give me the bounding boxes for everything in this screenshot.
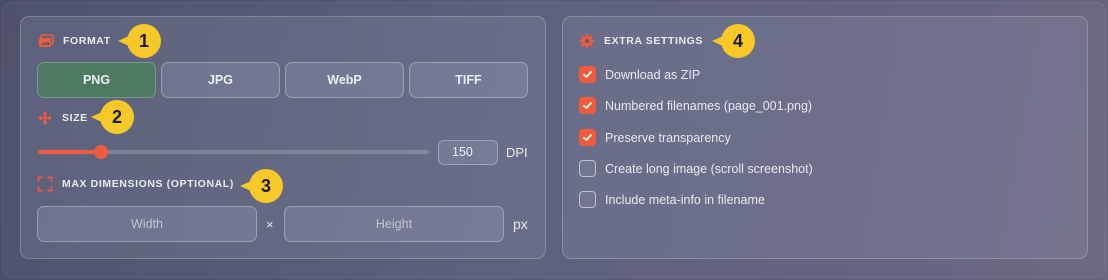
option-meta-info-filename[interactable]: Include meta-info in filename — [579, 191, 765, 208]
images-icon — [38, 33, 54, 49]
dpi-slider-fill — [38, 150, 101, 154]
option-download-zip[interactable]: Download as ZIP — [579, 66, 700, 83]
expand-corners-icon — [37, 176, 53, 192]
size-title: SIZE — [62, 112, 88, 124]
extra-settings-title: EXTRA SETTINGS — [604, 35, 704, 47]
callout-badge-3: 3 — [240, 169, 283, 203]
gear-icon — [579, 33, 595, 49]
callout-badge-1: 1 — [118, 24, 161, 58]
max-width-input[interactable]: Width — [37, 206, 257, 242]
checkbox-unchecked[interactable] — [579, 191, 596, 208]
format-jpg-button[interactable]: JPG — [161, 62, 280, 98]
dimension-separator: × — [266, 217, 274, 232]
px-unit-label: px — [513, 216, 528, 232]
extra-settings-section-title: EXTRA SETTINGS — [579, 33, 703, 49]
callout-badge-4: 4 — [712, 24, 755, 58]
option-numbered-filenames[interactable]: Numbered filenames (page_001.png) — [579, 97, 812, 114]
max-dimensions-title: MAX DIMENSIONS (OPTIONAL) — [62, 178, 234, 190]
max-height-input[interactable]: Height — [284, 206, 504, 242]
checkbox-checked-icon[interactable] — [579, 97, 596, 114]
dpi-unit-label: DPI — [506, 145, 528, 160]
checkbox-checked-icon[interactable] — [579, 66, 596, 83]
dpi-slider-thumb[interactable] — [93, 145, 108, 159]
callout-badge-2: 2 — [91, 100, 134, 134]
option-preserve-transparency[interactable]: Preserve transparency — [579, 129, 731, 146]
max-dimensions-section-title: MAX DIMENSIONS (OPTIONAL) — [37, 176, 234, 192]
format-webp-button[interactable]: WebP — [285, 62, 404, 98]
dpi-input[interactable]: 150 — [438, 140, 498, 165]
size-section-title: SIZE — [37, 110, 88, 126]
checkbox-checked-icon[interactable] — [579, 129, 596, 146]
option-label: Preserve transparency — [605, 130, 731, 145]
option-label: Include meta-info in filename — [605, 192, 765, 207]
option-label: Create long image (scroll screenshot) — [605, 161, 813, 176]
move-arrows-icon — [37, 110, 53, 126]
option-long-image[interactable]: Create long image (scroll screenshot) — [579, 160, 813, 177]
option-label: Numbered filenames (page_001.png) — [605, 98, 813, 113]
format-section-title: FORMAT — [38, 33, 111, 49]
format-title: FORMAT — [63, 35, 111, 47]
checkbox-unchecked[interactable] — [579, 160, 596, 177]
format-png-button[interactable]: PNG — [37, 62, 156, 98]
format-tiff-button[interactable]: TIFF — [409, 62, 528, 98]
dpi-slider[interactable] — [38, 145, 429, 159]
option-label: Download as ZIP — [605, 67, 701, 82]
